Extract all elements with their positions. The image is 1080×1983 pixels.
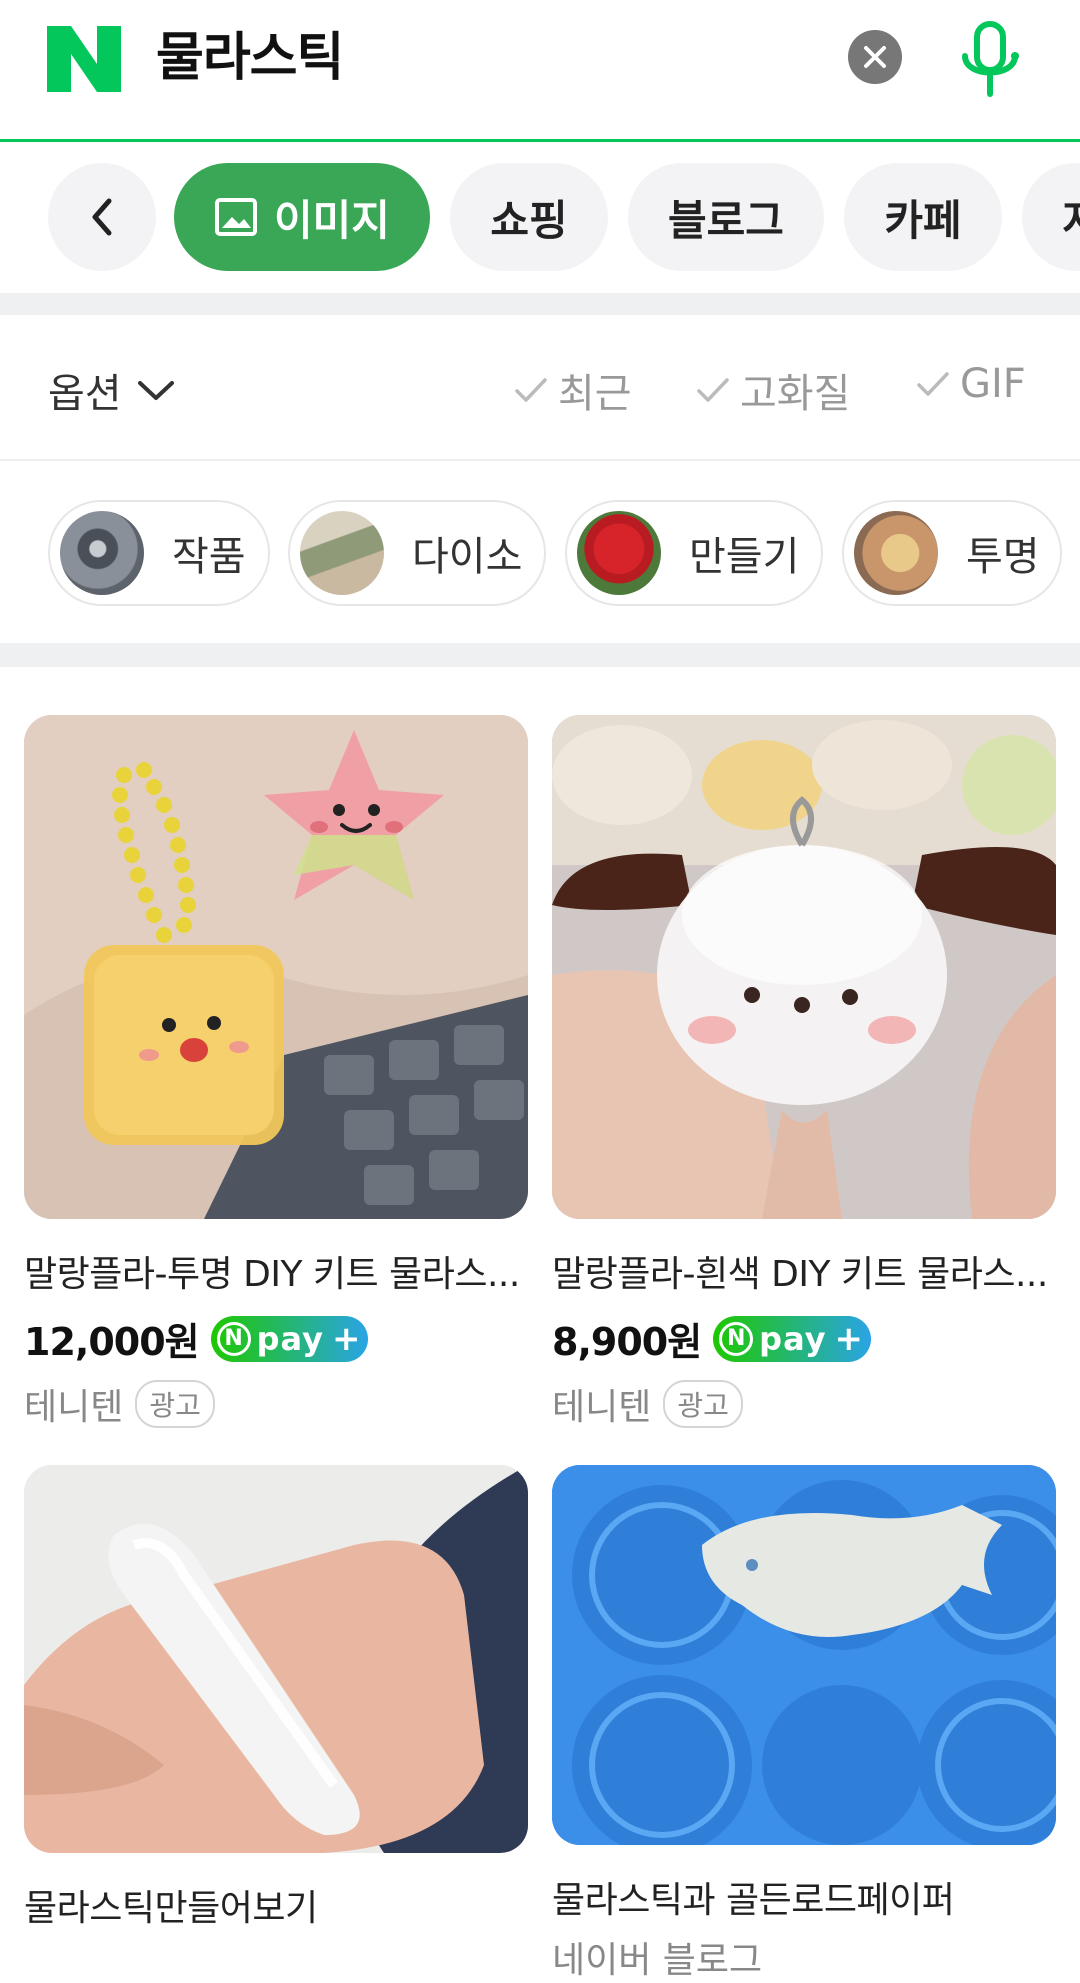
chip-label: 다이소: [412, 534, 523, 580]
result-image[interactable]: [552, 1465, 1056, 1845]
chip-thumbnail: [60, 511, 144, 595]
seller-row: 테니텐 광고: [24, 1378, 528, 1430]
product-photo-puppy-charm: [552, 715, 1056, 1219]
result-card[interactable]: 말랑플라-흰색 DIY 키트 물라스... 8,900원 N pay + 테니텐…: [552, 715, 1056, 1430]
photo-silicone-mold-whale: [552, 1465, 1056, 1845]
tab-next-partial[interactable]: 지: [1022, 163, 1080, 271]
npay-n-icon: N: [216, 1321, 251, 1356]
product-photo-keychains: [24, 715, 528, 1219]
tab-shopping[interactable]: 쇼핑: [450, 163, 608, 271]
ad-badge: 광고: [135, 1380, 215, 1428]
check-icon: [515, 378, 547, 402]
chip-label: 만들기: [689, 534, 800, 580]
result-title[interactable]: 말랑플라-흰색 DIY 키트 물라스...: [552, 1245, 1056, 1297]
result-seller[interactable]: 테니텐: [552, 1378, 651, 1430]
related-chip[interactable]: 투명: [842, 500, 1062, 606]
related-chip[interactable]: 작품: [48, 500, 270, 606]
section-divider: [0, 643, 1080, 667]
plus-icon: +: [331, 1318, 361, 1359]
result-source: 네이버 블로그: [552, 1940, 763, 1981]
options-dropdown[interactable]: 옵션: [48, 361, 176, 419]
result-price: 8,900원: [552, 1320, 702, 1364]
tab-blog[interactable]: 블로그: [628, 163, 824, 271]
ad-badge: 광고: [663, 1380, 743, 1428]
search-query[interactable]: 물라스틱: [156, 22, 344, 94]
chevron-left-icon: [92, 198, 112, 236]
filter-hd-label: 고화질: [740, 371, 851, 417]
check-icon: [697, 378, 729, 402]
result-card[interactable]: 물라스틱과 골든로드페이퍼 네이버 블로그: [552, 1465, 1056, 1983]
result-image[interactable]: [24, 715, 528, 1219]
search-tabs: 이미지 쇼핑 블로그 카페 지: [0, 145, 1080, 293]
chip-thumbnail: [854, 511, 938, 595]
options-bar: 옵션 최근 고화질 GIF: [0, 315, 1080, 461]
image-icon: [215, 198, 258, 236]
npay-label: pay: [256, 1319, 324, 1358]
result-image[interactable]: [24, 1465, 528, 1853]
price-row: 12,000원 N pay +: [24, 1311, 528, 1366]
close-icon: [864, 46, 886, 68]
filter-gif[interactable]: GIF: [916, 361, 1026, 407]
naver-logo[interactable]: [47, 26, 121, 92]
tabs-back-button[interactable]: [48, 163, 156, 271]
result-price: 12,000원: [24, 1320, 200, 1364]
result-title[interactable]: 물라스틱만들어보기: [24, 1879, 528, 1931]
filter-gif-label: GIF: [960, 361, 1026, 407]
microphone-icon[interactable]: [955, 20, 1025, 100]
chip-label: 작품: [172, 534, 246, 580]
related-chip[interactable]: 다이소: [288, 500, 546, 606]
filter-recent[interactable]: 최근: [514, 361, 632, 419]
check-icon: [917, 372, 949, 396]
chip-thumbnail: [577, 511, 661, 595]
result-image[interactable]: [552, 715, 1056, 1219]
related-chip[interactable]: 만들기: [565, 500, 823, 606]
filter-hd[interactable]: 고화질: [696, 361, 850, 419]
chip-thumbnail: [300, 511, 384, 595]
result-card[interactable]: 말랑플라-투명 DIY 키트 물라스... 12,000원 N pay + 테니…: [24, 715, 528, 1430]
result-title[interactable]: 물라스틱과 골든로드페이퍼: [552, 1871, 1056, 1923]
tab-images[interactable]: 이미지: [174, 163, 430, 271]
related-keywords: 작품 다이소 만들기 투명: [0, 463, 1080, 643]
photo-hand-holding-plastic: [24, 1465, 528, 1853]
npay-plus-badge: N pay +: [713, 1315, 872, 1362]
npay-n-icon: N: [719, 1321, 754, 1356]
plus-icon: +: [834, 1318, 864, 1359]
result-seller[interactable]: 테니텐: [24, 1378, 123, 1430]
result-card[interactable]: 물라스틱만들어보기: [24, 1465, 528, 1931]
options-label: 옵션: [48, 371, 122, 417]
chip-label: 투명: [966, 534, 1040, 580]
seller-row: 테니텐 광고: [552, 1378, 1056, 1430]
npay-label: pay: [759, 1319, 827, 1358]
price-row: 8,900원 N pay +: [552, 1311, 1056, 1366]
tab-images-label: 이미지: [274, 195, 390, 245]
section-divider: [0, 293, 1080, 315]
tab-cafe[interactable]: 카페: [844, 163, 1002, 271]
chevron-down-icon: [137, 381, 174, 400]
result-title[interactable]: 말랑플라-투명 DIY 키트 물라스...: [24, 1245, 528, 1297]
search-header: 물라스틱: [0, 0, 1080, 142]
filter-recent-label: 최근: [558, 371, 632, 417]
npay-plus-badge: N pay +: [210, 1315, 369, 1362]
clear-search-button[interactable]: [848, 30, 902, 84]
